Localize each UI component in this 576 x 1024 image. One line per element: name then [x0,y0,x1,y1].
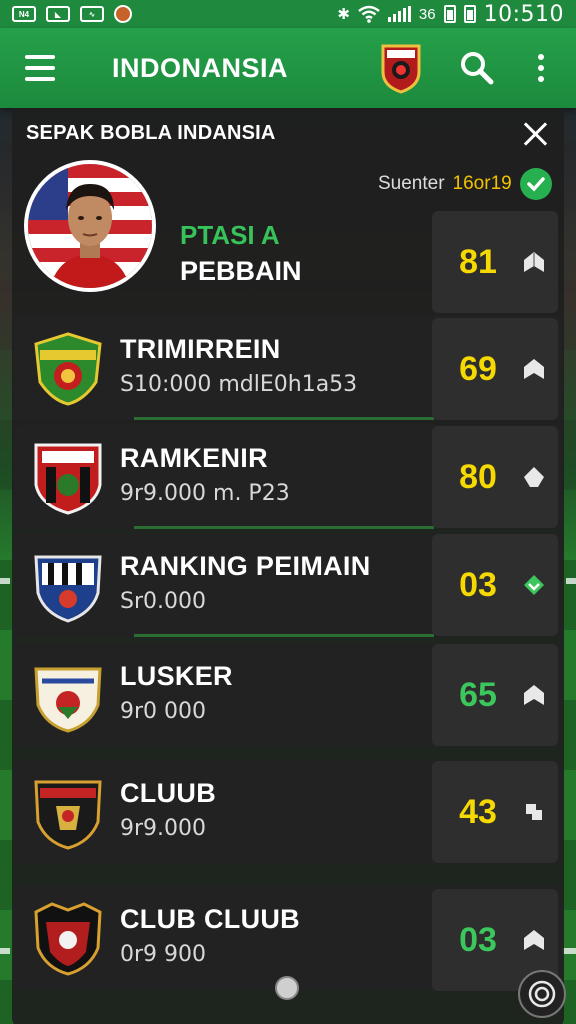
score-box[interactable]: 43 [432,761,558,863]
target-icon[interactable] [518,970,566,1018]
subscribe-status[interactable]: Suenter 16or19 [378,168,552,200]
row-name: RAMKENIR [120,443,268,473]
score-value: 81 [459,242,497,281]
wifi-icon [358,5,380,23]
notification-n4-icon: N4 [12,6,36,22]
pitch-line [0,948,10,954]
notification-app-icon [114,5,132,23]
club-crest-icon [34,555,102,623]
mute-icon: ✱ [337,6,350,23]
row-name: CLUB CLUUB [120,904,300,934]
row-value: 9r9.000 [120,816,207,841]
home-indicator[interactable] [275,976,299,1000]
row-name: RANKING PEIMAIN [120,551,371,581]
pitch-line [566,578,576,584]
more-options-icon[interactable] [521,36,561,100]
row-name: LUSKER [120,661,233,691]
battery-icon [463,5,476,23]
score-value: 80 [459,457,497,496]
club-crest-icon [34,667,102,733]
row-divider [134,634,434,637]
score-box[interactable]: 69 [432,318,558,420]
menu-icon[interactable] [0,28,80,108]
pitch-line [0,578,10,584]
signal-icon [387,6,411,22]
row-value: S10:000 mdlE0h1a53 [120,372,358,397]
player-avatar[interactable] [24,160,156,292]
clock: 10:510 [483,1,564,27]
subscribe-prefix: Suenter [378,173,445,194]
club-crest-icon [34,902,102,976]
score-value: 03 [459,565,497,604]
rank-arrow-icon [524,359,544,379]
subscribe-highlight: 16or19 [452,173,512,194]
rank-swap-icon [526,804,542,820]
rank-arrow-icon [524,252,544,272]
club-crest-icon [34,780,102,850]
panel-title: SEPAK BOBLA INDANSIA [26,122,276,144]
check-icon [519,168,552,200]
row-value: 0r9 900 [120,942,207,967]
row-name: CLUUB [120,778,216,808]
score-value: 69 [459,349,497,388]
club-crest-icon[interactable] [379,42,423,94]
rank-arrow-icon [524,467,544,487]
network-label: 36 [418,5,436,23]
rank-up-icon [524,575,544,595]
close-icon[interactable] [522,120,550,148]
rank-arrow-icon [524,685,544,705]
search-icon [461,52,494,85]
search-button[interactable] [445,36,509,100]
rank-arrow-icon [524,930,544,950]
score-value: 65 [459,675,497,714]
featured-player-name: PEBBAIN [180,256,302,286]
score-box[interactable]: 65 [432,644,558,746]
row-value: 9r0 000 [120,699,207,724]
app-bar: INDONANSIA [0,28,576,108]
featured-player-label: PTASI A [180,220,280,250]
featured-score-box[interactable]: 81 [432,211,558,313]
score-box[interactable]: 80 [432,426,558,528]
row-value: Sr0.000 [120,589,206,614]
score-value: 03 [459,920,497,959]
score-value: 43 [459,792,497,831]
app-title: INDONANSIA [112,52,289,83]
notification-sim-icon: ◣ [46,6,70,22]
notification-wave-icon: ∿ [80,6,104,22]
row-divider [134,417,434,420]
row-divider [134,526,434,529]
score-box[interactable]: 03 [432,534,558,636]
club-crest-icon [34,332,102,406]
status-bar: N4 ◣ ∿ ✱ 36 10:510 [0,0,576,28]
row-name: TRIMIRREIN [120,334,281,364]
pitch-line [562,948,576,954]
row-value: 9r9.000 m. P23 [120,481,290,506]
club-crest-icon [34,443,102,515]
sim-card-icon [443,5,456,23]
